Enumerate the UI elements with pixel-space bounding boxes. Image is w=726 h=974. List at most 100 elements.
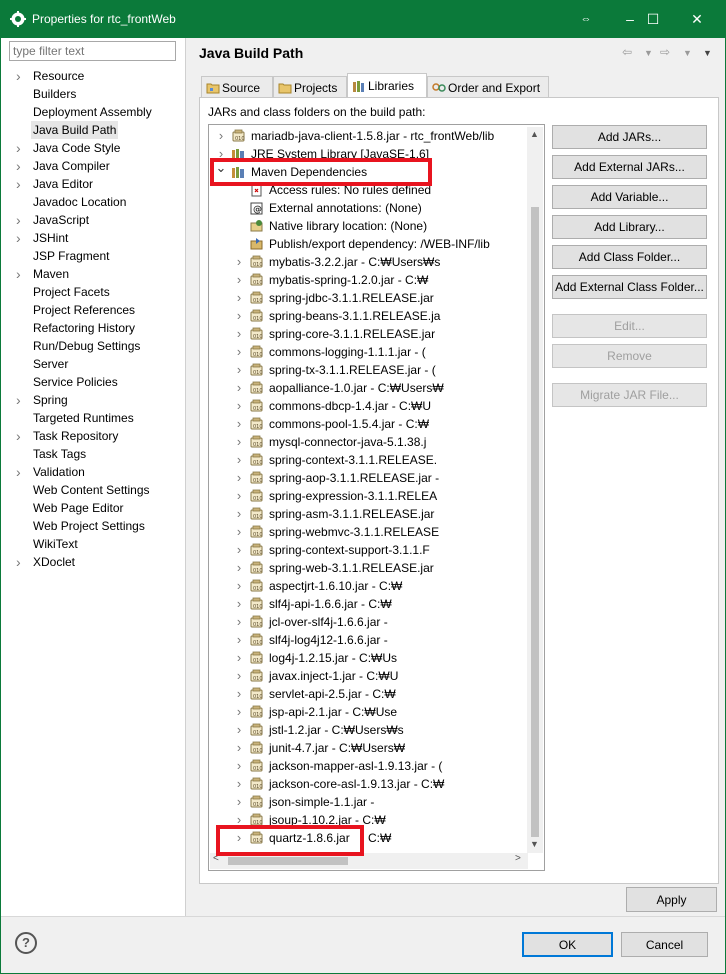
tree-row[interactable]: › 010 jsoup-1.10.2.jar - C:₩: [209, 811, 529, 829]
expand-chevron-icon[interactable]: ›: [233, 505, 245, 523]
add-variable-button[interactable]: Add Variable...: [552, 185, 707, 209]
expand-chevron-icon[interactable]: ›: [16, 175, 21, 193]
tree-row[interactable]: › JRE System Library [JavaSE-1.6]: [209, 145, 529, 163]
add-class-folder-button[interactable]: Add Class Folder...: [552, 245, 707, 269]
tree-row[interactable]: › 010 commons-pool-1.5.4.jar - C:₩: [209, 415, 529, 433]
tree-vertical-scrollbar[interactable]: ▲ ▼: [527, 127, 543, 853]
expand-chevron-icon[interactable]: ›: [233, 613, 245, 631]
migrate-jar-file-button[interactable]: Migrate JAR File...: [552, 383, 707, 407]
expand-chevron-icon[interactable]: ›: [16, 265, 21, 283]
tree-row[interactable]: › 010 spring-aop-3.1.1.RELEASE.jar -: [209, 469, 529, 487]
nav-item-wikitext[interactable]: WikiText: [1, 535, 185, 553]
tree-row[interactable]: › 010 commons-dbcp-1.4.jar - C:₩U: [209, 397, 529, 415]
expand-chevron-icon[interactable]: ›: [215, 127, 227, 145]
nav-item-spring[interactable]: › Spring: [1, 391, 185, 409]
expand-chevron-icon[interactable]: ›: [16, 391, 21, 409]
scroll-down-icon[interactable]: ▼: [530, 839, 539, 849]
tree-row[interactable]: › 010 json-simple-1.1.jar -: [209, 793, 529, 811]
nav-item-java-build-path[interactable]: Java Build Path: [1, 121, 185, 139]
nav-item-task-tags[interactable]: Task Tags: [1, 445, 185, 463]
tree-row[interactable]: › 010 mybatis-3.2.2.jar - C:₩Users₩s: [209, 253, 529, 271]
expand-chevron-icon[interactable]: ›: [233, 253, 245, 271]
tree-row[interactable]: ⌄ Maven Dependencies: [209, 160, 529, 181]
horizontal-scroll-thumb[interactable]: [228, 857, 348, 865]
expand-chevron-icon[interactable]: ›: [233, 541, 245, 559]
tree-row[interactable]: › 010 spring-webmvc-3.1.1.RELEASE: [209, 523, 529, 541]
restore-resize-icon[interactable]: ⇔: [566, 0, 606, 38]
expand-chevron-icon[interactable]: ›: [233, 325, 245, 343]
nav-item-jshint[interactable]: › JSHint: [1, 229, 185, 247]
expand-chevron-icon[interactable]: ›: [233, 469, 245, 487]
expand-chevron-icon[interactable]: ›: [16, 427, 21, 445]
nav-item-resource[interactable]: › Resource: [1, 67, 185, 85]
expand-chevron-icon[interactable]: ›: [233, 307, 245, 325]
nav-item-refactoring-history[interactable]: Refactoring History: [1, 319, 185, 337]
tree-row[interactable]: › 010 spring-asm-3.1.1.RELEASE.jar: [209, 505, 529, 523]
expand-chevron-icon[interactable]: ›: [233, 433, 245, 451]
view-menu-icon[interactable]: ▼: [703, 48, 712, 58]
ok-button[interactable]: OK: [522, 932, 613, 957]
expand-chevron-icon[interactable]: ›: [233, 451, 245, 469]
help-icon[interactable]: ?: [15, 932, 37, 954]
apply-button[interactable]: Apply: [626, 887, 717, 912]
expand-chevron-icon[interactable]: ›: [233, 577, 245, 595]
expand-chevron-icon[interactable]: ›: [233, 379, 245, 397]
nav-item-java-editor[interactable]: › Java Editor: [1, 175, 185, 193]
nav-item-web-project-settings[interactable]: Web Project Settings: [1, 517, 185, 535]
tree-row[interactable]: › 010 mybatis-spring-1.2.0.jar - C:₩: [209, 271, 529, 289]
expand-chevron-icon[interactable]: ›: [16, 229, 21, 247]
nav-item-xdoclet[interactable]: › XDoclet: [1, 553, 185, 571]
remove-button[interactable]: Remove: [552, 344, 707, 368]
nav-item-javadoc-location[interactable]: Javadoc Location: [1, 193, 185, 211]
expand-chevron-icon[interactable]: ›: [233, 649, 245, 667]
back-arrow-icon[interactable]: ⇦: [622, 45, 632, 59]
tree-row[interactable]: › 010 spring-context-3.1.1.RELEASE.: [209, 451, 529, 469]
tree-row[interactable]: › 010 aspectjrt-1.6.10.jar - C:₩: [209, 577, 529, 595]
expand-chevron-icon[interactable]: ›: [16, 157, 21, 175]
expand-chevron-icon[interactable]: ›: [233, 721, 245, 739]
tree-row[interactable]: Publish/export dependency: /WEB-INF/lib: [209, 235, 529, 253]
tree-row[interactable]: › 010 spring-beans-3.1.1.RELEASE.ja: [209, 307, 529, 325]
nav-item-web-page-editor[interactable]: Web Page Editor: [1, 499, 185, 517]
maximize-button[interactable]: ☐: [630, 0, 676, 38]
cancel-button[interactable]: Cancel: [621, 932, 708, 957]
tree-row[interactable]: › 010 jstl-1.2.jar - C:₩Users₩s: [209, 721, 529, 739]
tab-order-and-export[interactable]: Order and Export: [427, 76, 549, 98]
tab-source[interactable]: Source: [201, 76, 273, 98]
tree-row[interactable]: › 010 spring-context-support-3.1.1.F: [209, 541, 529, 559]
tree-row[interactable]: › 010 log4j-1.2.15.jar - C:₩Us: [209, 649, 529, 667]
close-button[interactable]: ✕: [674, 0, 720, 38]
expand-chevron-icon[interactable]: ›: [233, 523, 245, 541]
tree-row[interactable]: @ External annotations: (None): [209, 199, 529, 217]
expand-chevron-icon[interactable]: ›: [233, 595, 245, 613]
scroll-left-icon[interactable]: <: [213, 853, 219, 864]
expand-chevron-icon[interactable]: ›: [233, 361, 245, 379]
scroll-up-icon[interactable]: ▲: [530, 129, 539, 139]
expand-chevron-icon[interactable]: ›: [233, 739, 245, 757]
forward-menu-chevron-icon[interactable]: ▼: [683, 48, 692, 58]
vertical-scroll-thumb[interactable]: [531, 207, 539, 837]
expand-chevron-icon[interactable]: ›: [233, 487, 245, 505]
nav-item-targeted-runtimes[interactable]: Targeted Runtimes: [1, 409, 185, 427]
tree-row[interactable]: › 010 spring-tx-3.1.1.RELEASE.jar - (: [209, 361, 529, 379]
tree-row[interactable]: › 010 spring-web-3.1.1.RELEASE.jar: [209, 559, 529, 577]
edit-button[interactable]: Edit...: [552, 314, 707, 338]
tree-row[interactable]: Native library location: (None): [209, 217, 529, 235]
tree-row[interactable]: › 010 jsp-api-2.1.jar - C:₩Use: [209, 703, 529, 721]
expand-chevron-icon[interactable]: ›: [233, 703, 245, 721]
expand-chevron-icon[interactable]: ›: [16, 211, 21, 229]
tree-row[interactable]: › 010 jackson-mapper-asl-1.9.13.jar - (: [209, 757, 529, 775]
forward-arrow-icon[interactable]: ⇨: [660, 45, 670, 59]
add-jars-button[interactable]: Add JARs...: [552, 125, 707, 149]
tree-row[interactable]: › 010 junit-4.7.jar - C:₩Users₩: [209, 739, 529, 757]
tree-row[interactable]: › 010 jcl-over-slf4j-1.6.6.jar -: [209, 613, 529, 631]
nav-item-javascript[interactable]: › JavaScript: [1, 211, 185, 229]
back-menu-chevron-icon[interactable]: ▼: [644, 48, 653, 58]
expand-chevron-icon[interactable]: ›: [16, 139, 21, 157]
nav-item-deployment-assembly[interactable]: Deployment Assembly: [1, 103, 185, 121]
add-external-jars-button[interactable]: Add External JARs...: [552, 155, 707, 179]
tree-row[interactable]: › 010 mariadb-java-client-1.5.8.jar - rtc_…: [209, 127, 529, 145]
add-external-class-folder-button[interactable]: Add External Class Folder...: [552, 275, 707, 299]
tree-row[interactable]: › 010 spring-expression-3.1.1.RELEA: [209, 487, 529, 505]
expand-chevron-icon[interactable]: ›: [233, 343, 245, 361]
